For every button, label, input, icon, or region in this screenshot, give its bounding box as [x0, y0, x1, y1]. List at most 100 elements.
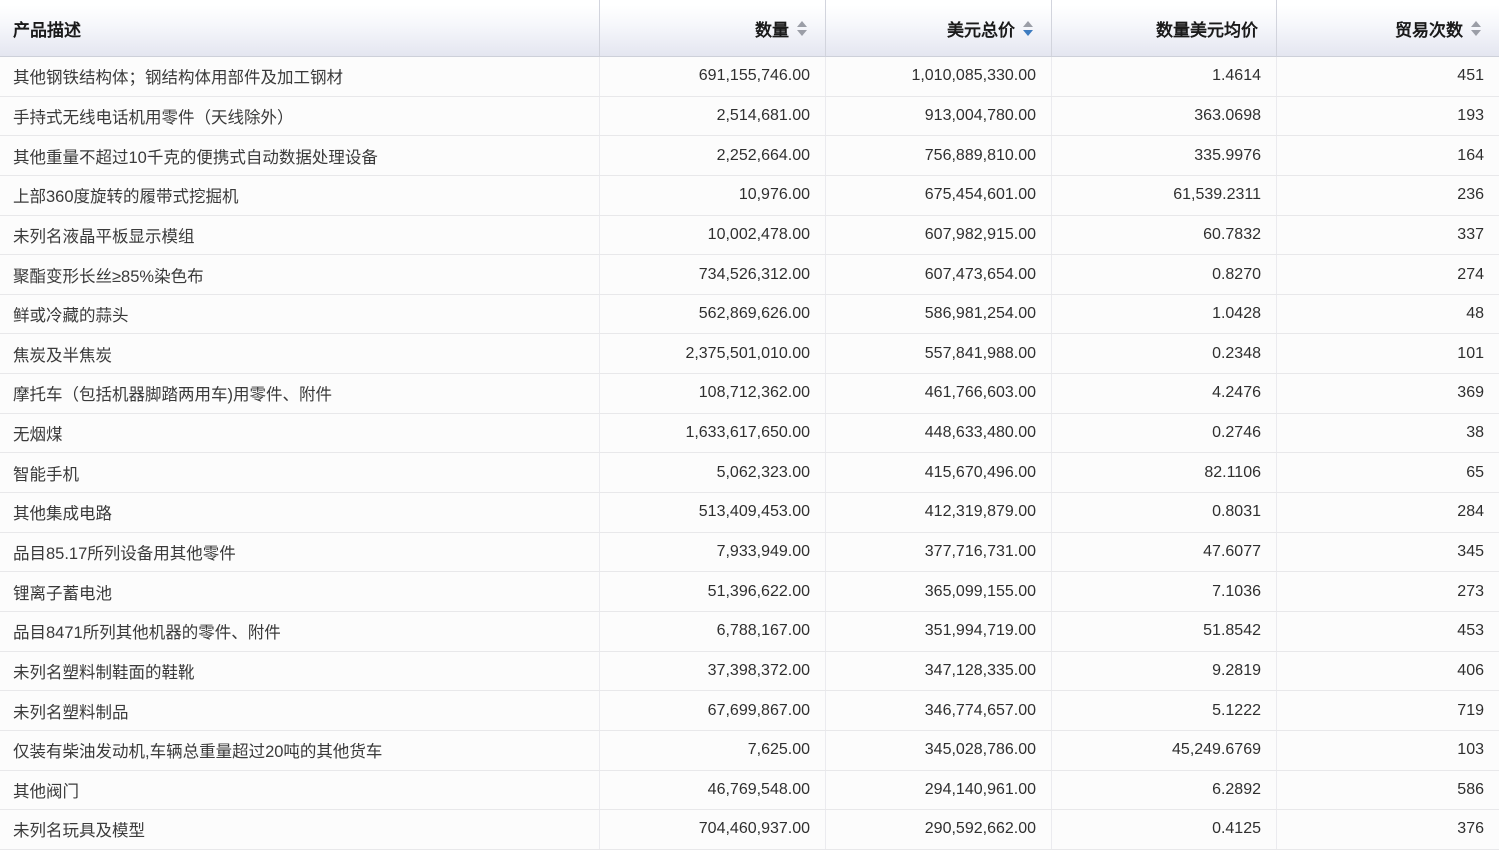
- quantity-cell: 691,155,746.00: [600, 57, 826, 96]
- quantity-cell: 46,769,548.00: [600, 771, 826, 810]
- product-description-cell: 上部360度旋转的履带式挖掘机: [0, 176, 600, 215]
- table-row[interactable]: 无烟煤1,633,617,650.00448,633,480.000.27463…: [0, 414, 1499, 454]
- column-header-usd-total[interactable]: 美元总价: [826, 0, 1052, 56]
- quantity-cell: 2,252,664.00: [600, 136, 826, 175]
- table-row[interactable]: 上部360度旋转的履带式挖掘机10,976.00675,454,601.0061…: [0, 176, 1499, 216]
- table-row[interactable]: 其他集成电路513,409,453.00412,319,879.000.8031…: [0, 493, 1499, 533]
- usd-total-cell: 415,670,496.00: [826, 453, 1052, 492]
- table-header: 产品描述 数量 美元总价 数量美元均价 贸易次数: [0, 0, 1499, 57]
- column-label: 贸易次数: [1395, 16, 1463, 41]
- table-body: 其他钢铁结构体；钢结构体用部件及加工钢材691,155,746.001,010,…: [0, 57, 1499, 850]
- quantity-cell: 7,625.00: [600, 731, 826, 770]
- table-row[interactable]: 焦炭及半焦炭2,375,501,010.00557,841,988.000.23…: [0, 334, 1499, 374]
- product-description-cell: 未列名液晶平板显示模组: [0, 216, 600, 255]
- table-row[interactable]: 手持式无线电话机用零件（天线除外）2,514,681.00913,004,780…: [0, 97, 1499, 137]
- usd-total-cell: 448,633,480.00: [826, 414, 1052, 453]
- product-description-cell: 仅装有柴油发动机,车辆总重量超过20吨的其他货车: [0, 731, 600, 770]
- usd-total-cell: 675,454,601.00: [826, 176, 1052, 215]
- product-description-cell: 锂离子蓄电池: [0, 572, 600, 611]
- product-description-cell: 其他钢铁结构体；钢结构体用部件及加工钢材: [0, 57, 600, 96]
- column-header-trade-count[interactable]: 贸易次数: [1277, 0, 1499, 56]
- product-description-cell: 无烟煤: [0, 414, 600, 453]
- trade-count-cell: 164: [1277, 136, 1499, 175]
- quantity-cell: 2,375,501,010.00: [600, 334, 826, 373]
- product-description-cell: 品目85.17所列设备用其他零件: [0, 533, 600, 572]
- avg-unit-price-cell: 47.6077: [1052, 533, 1277, 572]
- quantity-cell: 513,409,453.00: [600, 493, 826, 532]
- usd-total-cell: 290,592,662.00: [826, 810, 1052, 849]
- usd-total-cell: 1,010,085,330.00: [826, 57, 1052, 96]
- trade-products-table: 产品描述 数量 美元总价 数量美元均价 贸易次数 其他钢铁结构体；钢结构体用部件…: [0, 0, 1499, 850]
- trade-count-cell: 48: [1277, 295, 1499, 334]
- column-header-quantity[interactable]: 数量: [600, 0, 826, 56]
- column-label: 数量美元均价: [1156, 16, 1258, 41]
- avg-unit-price-cell: 363.0698: [1052, 97, 1277, 136]
- usd-total-cell: 607,473,654.00: [826, 255, 1052, 294]
- table-row[interactable]: 智能手机5,062,323.00415,670,496.0082.110665: [0, 453, 1499, 493]
- trade-count-cell: 369: [1277, 374, 1499, 413]
- table-row[interactable]: 其他钢铁结构体；钢结构体用部件及加工钢材691,155,746.001,010,…: [0, 57, 1499, 97]
- usd-total-cell: 756,889,810.00: [826, 136, 1052, 175]
- table-row[interactable]: 锂离子蓄电池51,396,622.00365,099,155.007.10362…: [0, 572, 1499, 612]
- trade-count-cell: 586: [1277, 771, 1499, 810]
- product-description-cell: 摩托车（包括机器脚踏两用车)用零件、附件: [0, 374, 600, 413]
- product-description-cell: 未列名塑料制鞋面的鞋靴: [0, 652, 600, 691]
- table-row[interactable]: 未列名液晶平板显示模组10,002,478.00607,982,915.0060…: [0, 216, 1499, 256]
- table-row[interactable]: 仅装有柴油发动机,车辆总重量超过20吨的其他货车7,625.00345,028,…: [0, 731, 1499, 771]
- avg-unit-price-cell: 60.7832: [1052, 216, 1277, 255]
- trade-count-cell: 101: [1277, 334, 1499, 373]
- sort-arrows-icon[interactable]: [1471, 21, 1481, 36]
- avg-unit-price-cell: 9.2819: [1052, 652, 1277, 691]
- product-description-cell: 未列名玩具及模型: [0, 810, 600, 849]
- usd-total-cell: 377,716,731.00: [826, 533, 1052, 572]
- table-row[interactable]: 其他阀门46,769,548.00294,140,961.006.2892586: [0, 771, 1499, 811]
- table-row[interactable]: 品目8471所列其他机器的零件、附件6,788,167.00351,994,71…: [0, 612, 1499, 652]
- avg-unit-price-cell: 7.1036: [1052, 572, 1277, 611]
- quantity-cell: 562,869,626.00: [600, 295, 826, 334]
- quantity-cell: 108,712,362.00: [600, 374, 826, 413]
- product-description-cell: 聚酯变形长丝≥85%染色布: [0, 255, 600, 294]
- table-row[interactable]: 聚酯变形长丝≥85%染色布734,526,312.00607,473,654.0…: [0, 255, 1499, 295]
- quantity-cell: 10,976.00: [600, 176, 826, 215]
- table-row[interactable]: 其他重量不超过10千克的便携式自动数据处理设备2,252,664.00756,8…: [0, 136, 1499, 176]
- usd-total-cell: 347,128,335.00: [826, 652, 1052, 691]
- avg-unit-price-cell: 0.8270: [1052, 255, 1277, 294]
- avg-unit-price-cell: 0.2348: [1052, 334, 1277, 373]
- trade-count-cell: 406: [1277, 652, 1499, 691]
- product-description-cell: 焦炭及半焦炭: [0, 334, 600, 373]
- table-row[interactable]: 未列名塑料制品67,699,867.00346,774,657.005.1222…: [0, 691, 1499, 731]
- quantity-cell: 10,002,478.00: [600, 216, 826, 255]
- usd-total-cell: 294,140,961.00: [826, 771, 1052, 810]
- quantity-cell: 37,398,372.00: [600, 652, 826, 691]
- quantity-cell: 704,460,937.00: [600, 810, 826, 849]
- avg-unit-price-cell: 51.8542: [1052, 612, 1277, 651]
- trade-count-cell: 451: [1277, 57, 1499, 96]
- column-header-product-description: 产品描述: [0, 0, 600, 56]
- quantity-cell: 734,526,312.00: [600, 255, 826, 294]
- trade-count-cell: 284: [1277, 493, 1499, 532]
- trade-count-cell: 376: [1277, 810, 1499, 849]
- table-row[interactable]: 未列名塑料制鞋面的鞋靴37,398,372.00347,128,335.009.…: [0, 652, 1499, 692]
- table-row[interactable]: 品目85.17所列设备用其他零件7,933,949.00377,716,731.…: [0, 533, 1499, 573]
- table-row[interactable]: 未列名玩具及模型704,460,937.00290,592,662.000.41…: [0, 810, 1499, 850]
- trade-count-cell: 236: [1277, 176, 1499, 215]
- quantity-cell: 51,396,622.00: [600, 572, 826, 611]
- usd-total-cell: 607,982,915.00: [826, 216, 1052, 255]
- usd-total-cell: 351,994,719.00: [826, 612, 1052, 651]
- usd-total-cell: 461,766,603.00: [826, 374, 1052, 413]
- sort-arrows-icon[interactable]: [1023, 21, 1033, 36]
- usd-total-cell: 346,774,657.00: [826, 691, 1052, 730]
- avg-unit-price-cell: 45,249.6769: [1052, 731, 1277, 770]
- trade-count-cell: 38: [1277, 414, 1499, 453]
- avg-unit-price-cell: 82.1106: [1052, 453, 1277, 492]
- column-label: 数量: [755, 16, 789, 41]
- trade-count-cell: 337: [1277, 216, 1499, 255]
- sort-arrows-icon[interactable]: [797, 21, 807, 36]
- table-row[interactable]: 摩托车（包括机器脚踏两用车)用零件、附件108,712,362.00461,76…: [0, 374, 1499, 414]
- product-description-cell: 手持式无线电话机用零件（天线除外）: [0, 97, 600, 136]
- usd-total-cell: 365,099,155.00: [826, 572, 1052, 611]
- usd-total-cell: 557,841,988.00: [826, 334, 1052, 373]
- trade-count-cell: 719: [1277, 691, 1499, 730]
- table-row[interactable]: 鲜或冷藏的蒜头562,869,626.00586,981,254.001.042…: [0, 295, 1499, 335]
- trade-count-cell: 453: [1277, 612, 1499, 651]
